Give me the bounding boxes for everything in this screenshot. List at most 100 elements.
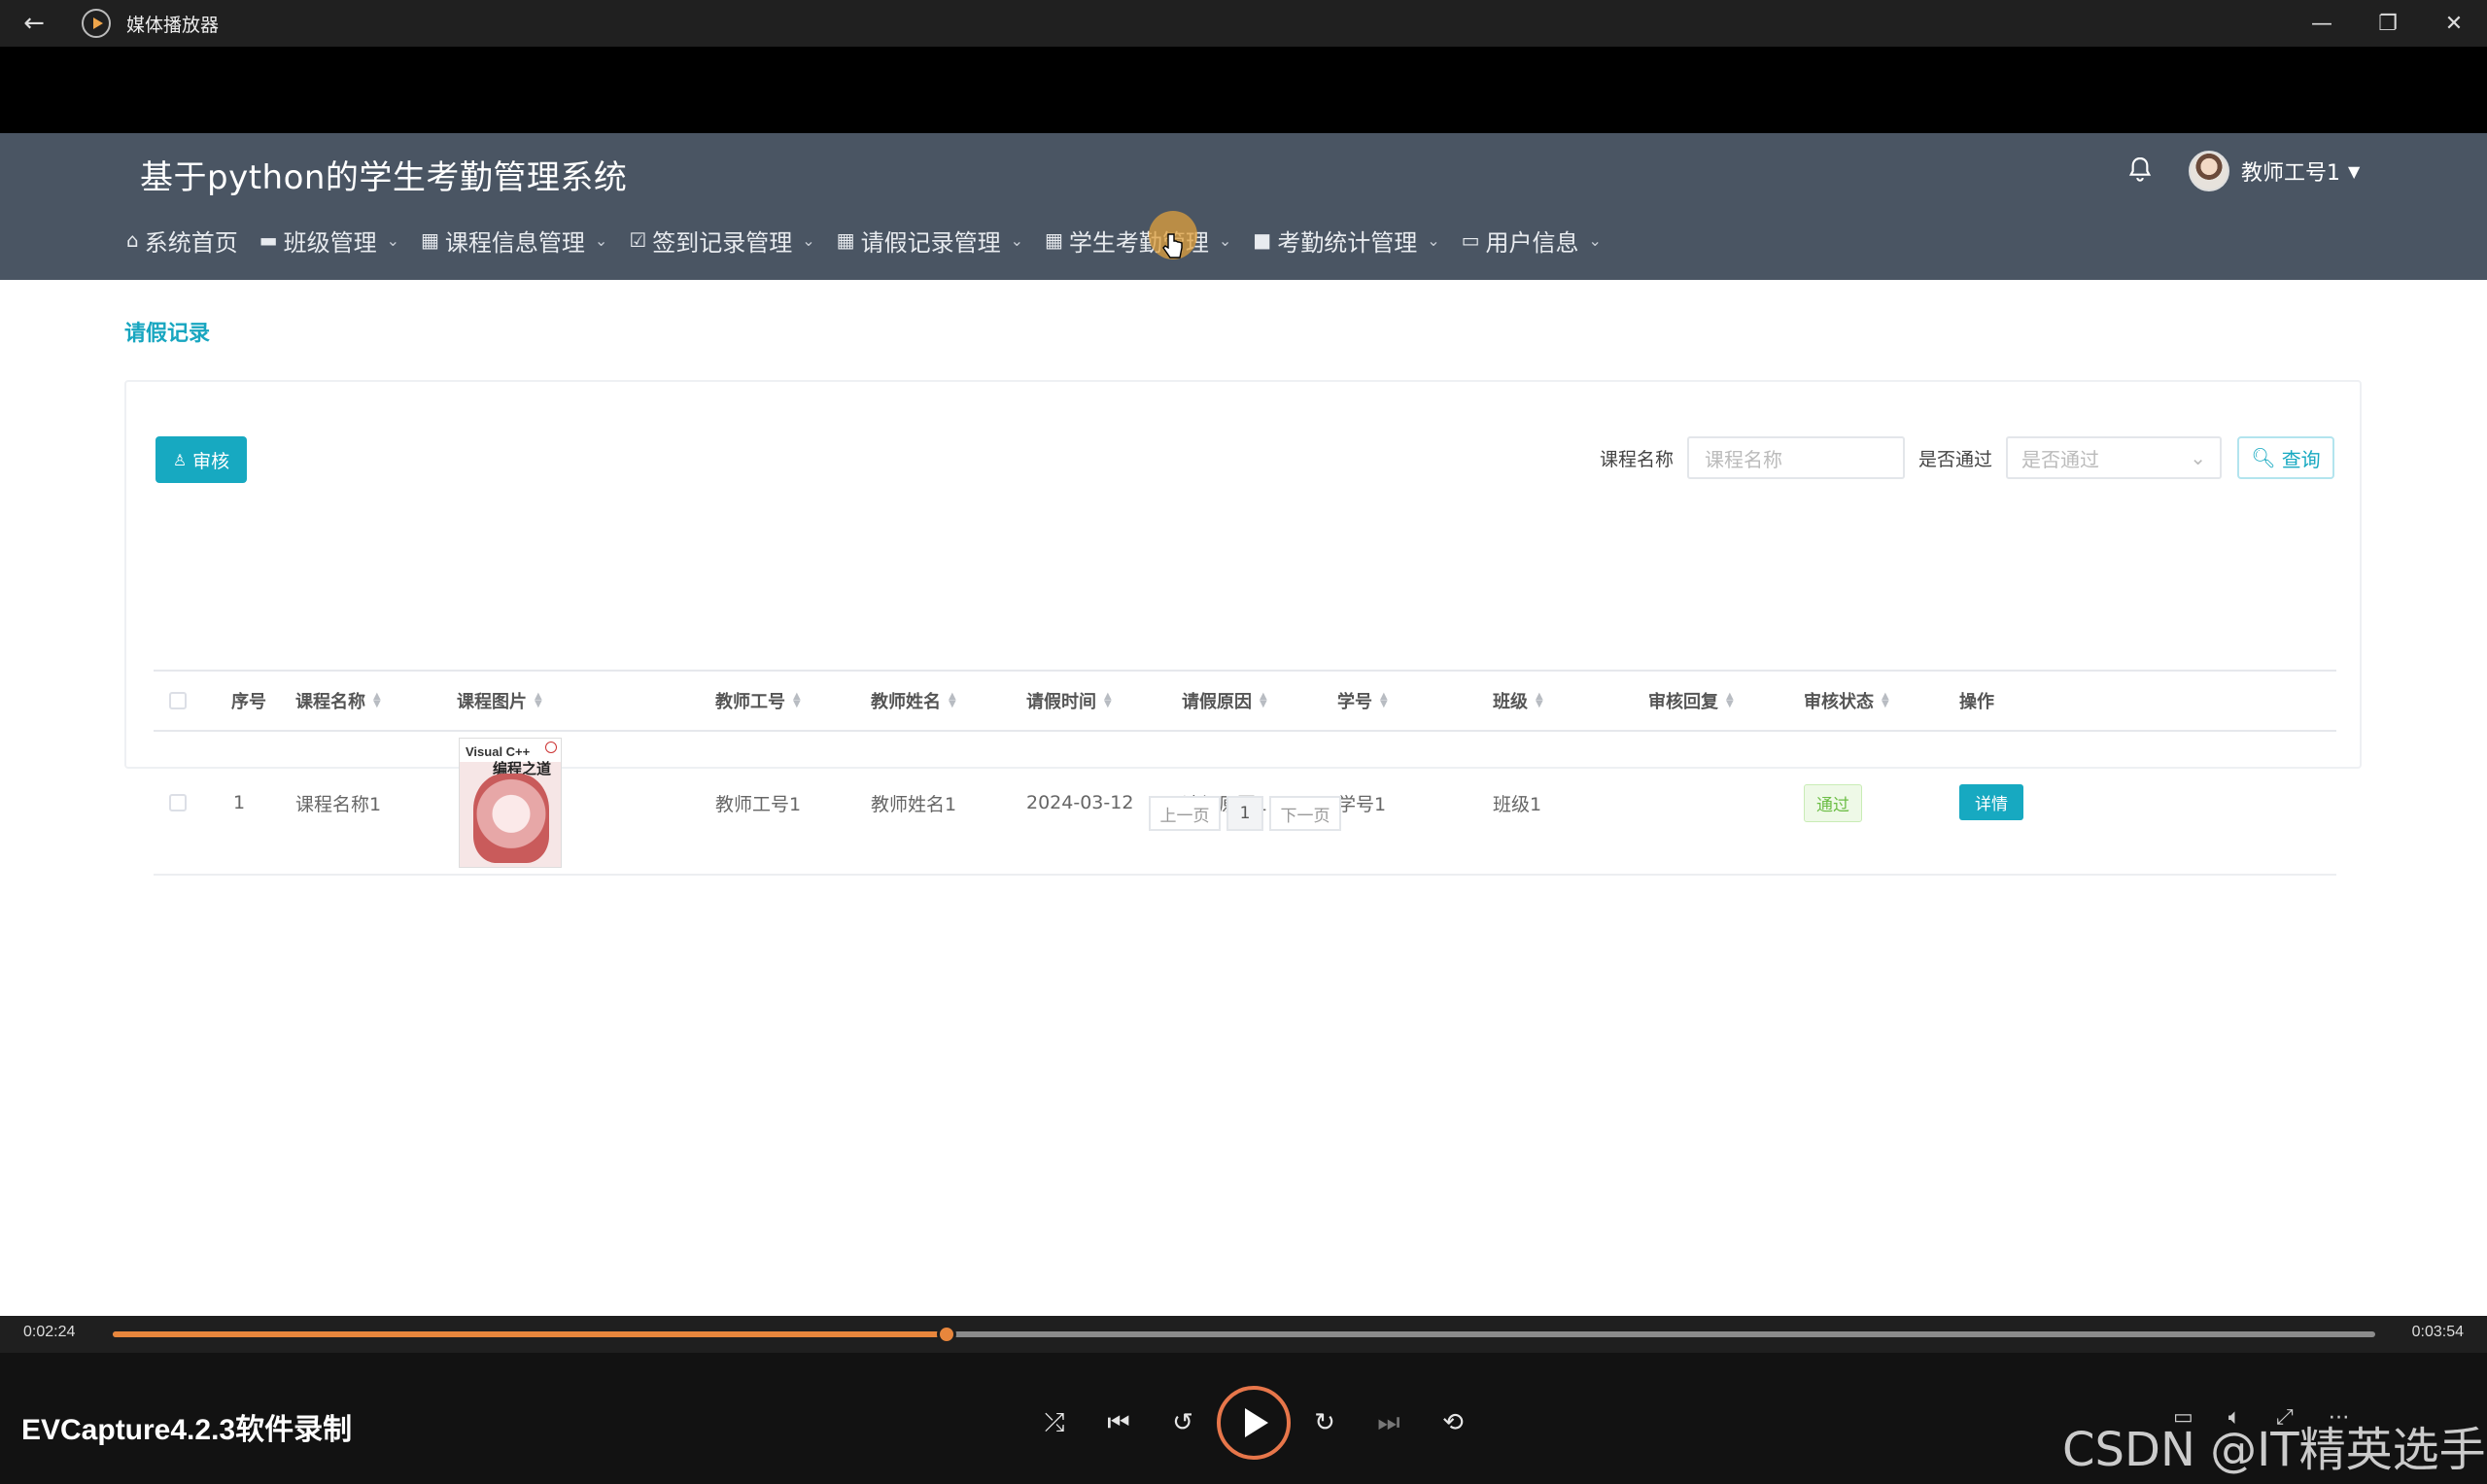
row-checkbox[interactable] [169, 732, 187, 874]
row-leave-date: 2024-03-12 [1026, 792, 1134, 813]
seek-knob[interactable] [937, 1325, 957, 1344]
rewind-10-icon[interactable]: ↺ [1151, 1391, 1215, 1455]
cover-badge [545, 742, 557, 753]
row-audit-status: 通过 [1804, 732, 1862, 874]
course-name-label: 课程名称 [1599, 448, 1674, 470]
sort-icon: ▲ ▼ [1104, 691, 1112, 709]
grid-icon: ▦ [836, 228, 855, 252]
nav-attendance-stats[interactable]: ■ 考勤统计管理 ⌄ [1253, 224, 1439, 258]
sort-icon: ▲ ▼ [1380, 691, 1388, 709]
leave-records-table: 序号 课程名称 ▲ ▼ 课程图片 ▲ ▼ 教师工号 ▲ ▼ 教师姓名 ▲ ▼ 请假时间 ▲ ▼ 请假… [154, 670, 2336, 876]
nav-class-management[interactable]: ▬ 班级管理 ⌄ [259, 224, 399, 258]
nav-label: 请假记录管理 [860, 228, 1001, 257]
page-title: 请假记录 [124, 322, 211, 346]
user-menu[interactable]: 教师工号1 ▼ [2189, 151, 2360, 191]
minimize-icon[interactable]: — [2289, 0, 2355, 47]
query-button[interactable]: 🔍︎ 查询 [2237, 436, 2334, 479]
row-actions: 详情 [1959, 732, 2023, 874]
header-teacher-id[interactable]: 教师工号 ▲ ▼ [715, 672, 801, 730]
cover-title: Visual C++ [466, 744, 531, 759]
transport-controls: ⤮ ⏮ ↺ ↻ ⏭ ⟲ [1022, 1386, 1485, 1460]
nav-user-info[interactable]: ▭ 用户信息 ⌄ [1462, 224, 1602, 258]
header-audit-status[interactable]: 审核状态 ▲ ▼ [1804, 672, 1889, 730]
table-header: 序号 课程名称 ▲ ▼ 课程图片 ▲ ▼ 教师工号 ▲ ▼ 教师姓名 ▲ ▼ 请假时间 ▲ ▼ 请假… [154, 670, 2336, 732]
user-icon: ♙ [172, 450, 188, 469]
seek-bar-fill [113, 1331, 948, 1337]
main-nav: ⌂ 系统首页 ▬ 班级管理 ⌄ ▦ 课程信息管理 ⌄ ☑ 签到记录管理 ⌄ ▦ … [126, 219, 1623, 261]
row-course-name: 课程名称1 [295, 793, 382, 815]
nav-label: 班级管理 [283, 228, 377, 257]
select-all-checkbox[interactable] [169, 672, 187, 730]
prev-page-button[interactable]: 上一页 [1149, 796, 1221, 831]
restore-icon[interactable]: ❐ [2355, 0, 2421, 47]
detail-button[interactable]: 详情 [1959, 784, 2023, 820]
grid-icon: ▦ [1044, 228, 1063, 252]
nav-label: 用户信息 [1485, 228, 1579, 257]
chevron-down-icon: ⌄ [1010, 230, 1023, 250]
sort-icon: ▲ ▼ [1260, 691, 1267, 709]
header-class[interactable]: 班级 ▲ ▼ [1493, 672, 1543, 730]
hand-cursor-icon [1162, 233, 1183, 259]
leave-records-card: ♙ 审核 课程名称 课程名称 是否通过 是否通过 ⌄ 🔍︎ 查询 序号 课程名称… [124, 380, 2362, 876]
sort-icon: ▲ ▼ [793, 691, 801, 709]
nav-label: 课程信息管理 [444, 228, 585, 257]
nav-label: 考勤统计管理 [1277, 228, 1418, 257]
course-name-input[interactable]: 课程名称 [1686, 436, 1905, 479]
media-player-icon [82, 9, 111, 38]
back-arrow-icon[interactable]: ← [0, 0, 68, 47]
next-page-button[interactable]: 下一页 [1269, 796, 1341, 831]
repeat-off-icon[interactable]: ⟲ [1421, 1391, 1485, 1455]
avatar [2189, 151, 2229, 191]
nav-course-info[interactable]: ▦ 课程信息管理 ⌄ [421, 224, 607, 258]
close-icon[interactable]: ✕ [2421, 0, 2487, 47]
nav-signin-records[interactable]: ☑ 签到记录管理 ⌄ [629, 224, 814, 258]
header-course-image[interactable]: 课程图片 ▲ ▼ [457, 672, 542, 730]
nav-leave-records[interactable]: ▦ 请假记录管理 ⌄ [837, 224, 1023, 258]
sort-icon: ▲ ▼ [949, 691, 956, 709]
course-cover-image[interactable]: Visual C++ 编程之道 [459, 738, 562, 868]
nav-label: 系统首页 [144, 228, 238, 257]
player-controls: 0:02:24 0:03:54 EVCapture4.2.3软件录制 ⤮ ⏮ ↺… [0, 1316, 2487, 1484]
chevron-down-icon: ⌄ [802, 230, 815, 250]
chevron-down-icon: ⌄ [1218, 230, 1232, 250]
caret-down-icon: ▼ [2348, 161, 2361, 181]
header-index: 序号 [231, 692, 266, 712]
header-student-id[interactable]: 学号 ▲ ▼ [1337, 672, 1388, 730]
forward-30-icon[interactable]: ↻ [1293, 1391, 1357, 1455]
header-leave-time[interactable]: 请假时间 ▲ ▼ [1026, 672, 1112, 730]
header-audit-reply[interactable]: 审核回复 ▲ ▼ [1648, 672, 1734, 730]
user-name: 教师工号1 [2241, 161, 2340, 186]
grid-icon: ▦ [421, 228, 439, 252]
chat-icon: ▬ [259, 228, 278, 252]
pagination: 上一页 1 下一页 [1149, 796, 1347, 831]
audit-button[interactable]: ♙ 审核 [155, 436, 247, 483]
header-leave-reason[interactable]: 请假原因 ▲ ▼ [1182, 672, 1267, 730]
row-teacher-name: 教师姓名1 [871, 793, 957, 815]
current-time: 0:02:24 [23, 1324, 76, 1340]
pass-select[interactable]: 是否通过 ⌄ [2006, 436, 2222, 479]
chevron-down-icon: ⌄ [386, 230, 400, 250]
nav-student-attendance[interactable]: ▦ 学生考勤管理 ⌄ [1045, 224, 1231, 258]
course-name-placeholder: 课程名称 [1704, 447, 1782, 471]
header-teacher-name[interactable]: 教师姓名 ▲ ▼ [871, 672, 956, 730]
system-title: 基于python的学生考勤管理系统 [140, 158, 628, 197]
search-bar: 课程名称 课程名称 是否通过 是否通过 ⌄ 🔍︎ 查询 [1600, 436, 2334, 479]
bell-icon[interactable] [2124, 155, 2156, 186]
video-letterbox [0, 47, 2487, 133]
search-icon: 🔍︎ [2251, 446, 2276, 469]
next-icon[interactable]: ⏭ [1357, 1391, 1421, 1455]
nav-home[interactable]: ⌂ 系统首页 [126, 224, 238, 258]
row-course-image[interactable]: Visual C++ 编程之道 [459, 732, 562, 874]
web-app: 基于python的学生考勤管理系统 教师工号1 ▼ ⌂ 系统首页 ▬ 班级管理 … [0, 133, 2487, 1316]
home-icon: ⌂ [126, 228, 139, 252]
seek-bar[interactable] [113, 1325, 2375, 1344]
row-index: 1 [233, 792, 246, 813]
previous-icon[interactable]: ⏮ [1087, 1391, 1151, 1455]
play-button[interactable] [1217, 1386, 1291, 1460]
shuffle-icon[interactable]: ⤮ [1022, 1391, 1087, 1455]
sort-icon: ▲ ▼ [373, 691, 381, 709]
window-titlebar: ← 媒体播放器 — ❐ ✕ [0, 0, 2487, 47]
header-course-name[interactable]: 课程名称 ▲ ▼ [295, 672, 381, 730]
page-number-button[interactable]: 1 [1226, 796, 1263, 831]
row-class: 班级1 [1493, 793, 1542, 815]
